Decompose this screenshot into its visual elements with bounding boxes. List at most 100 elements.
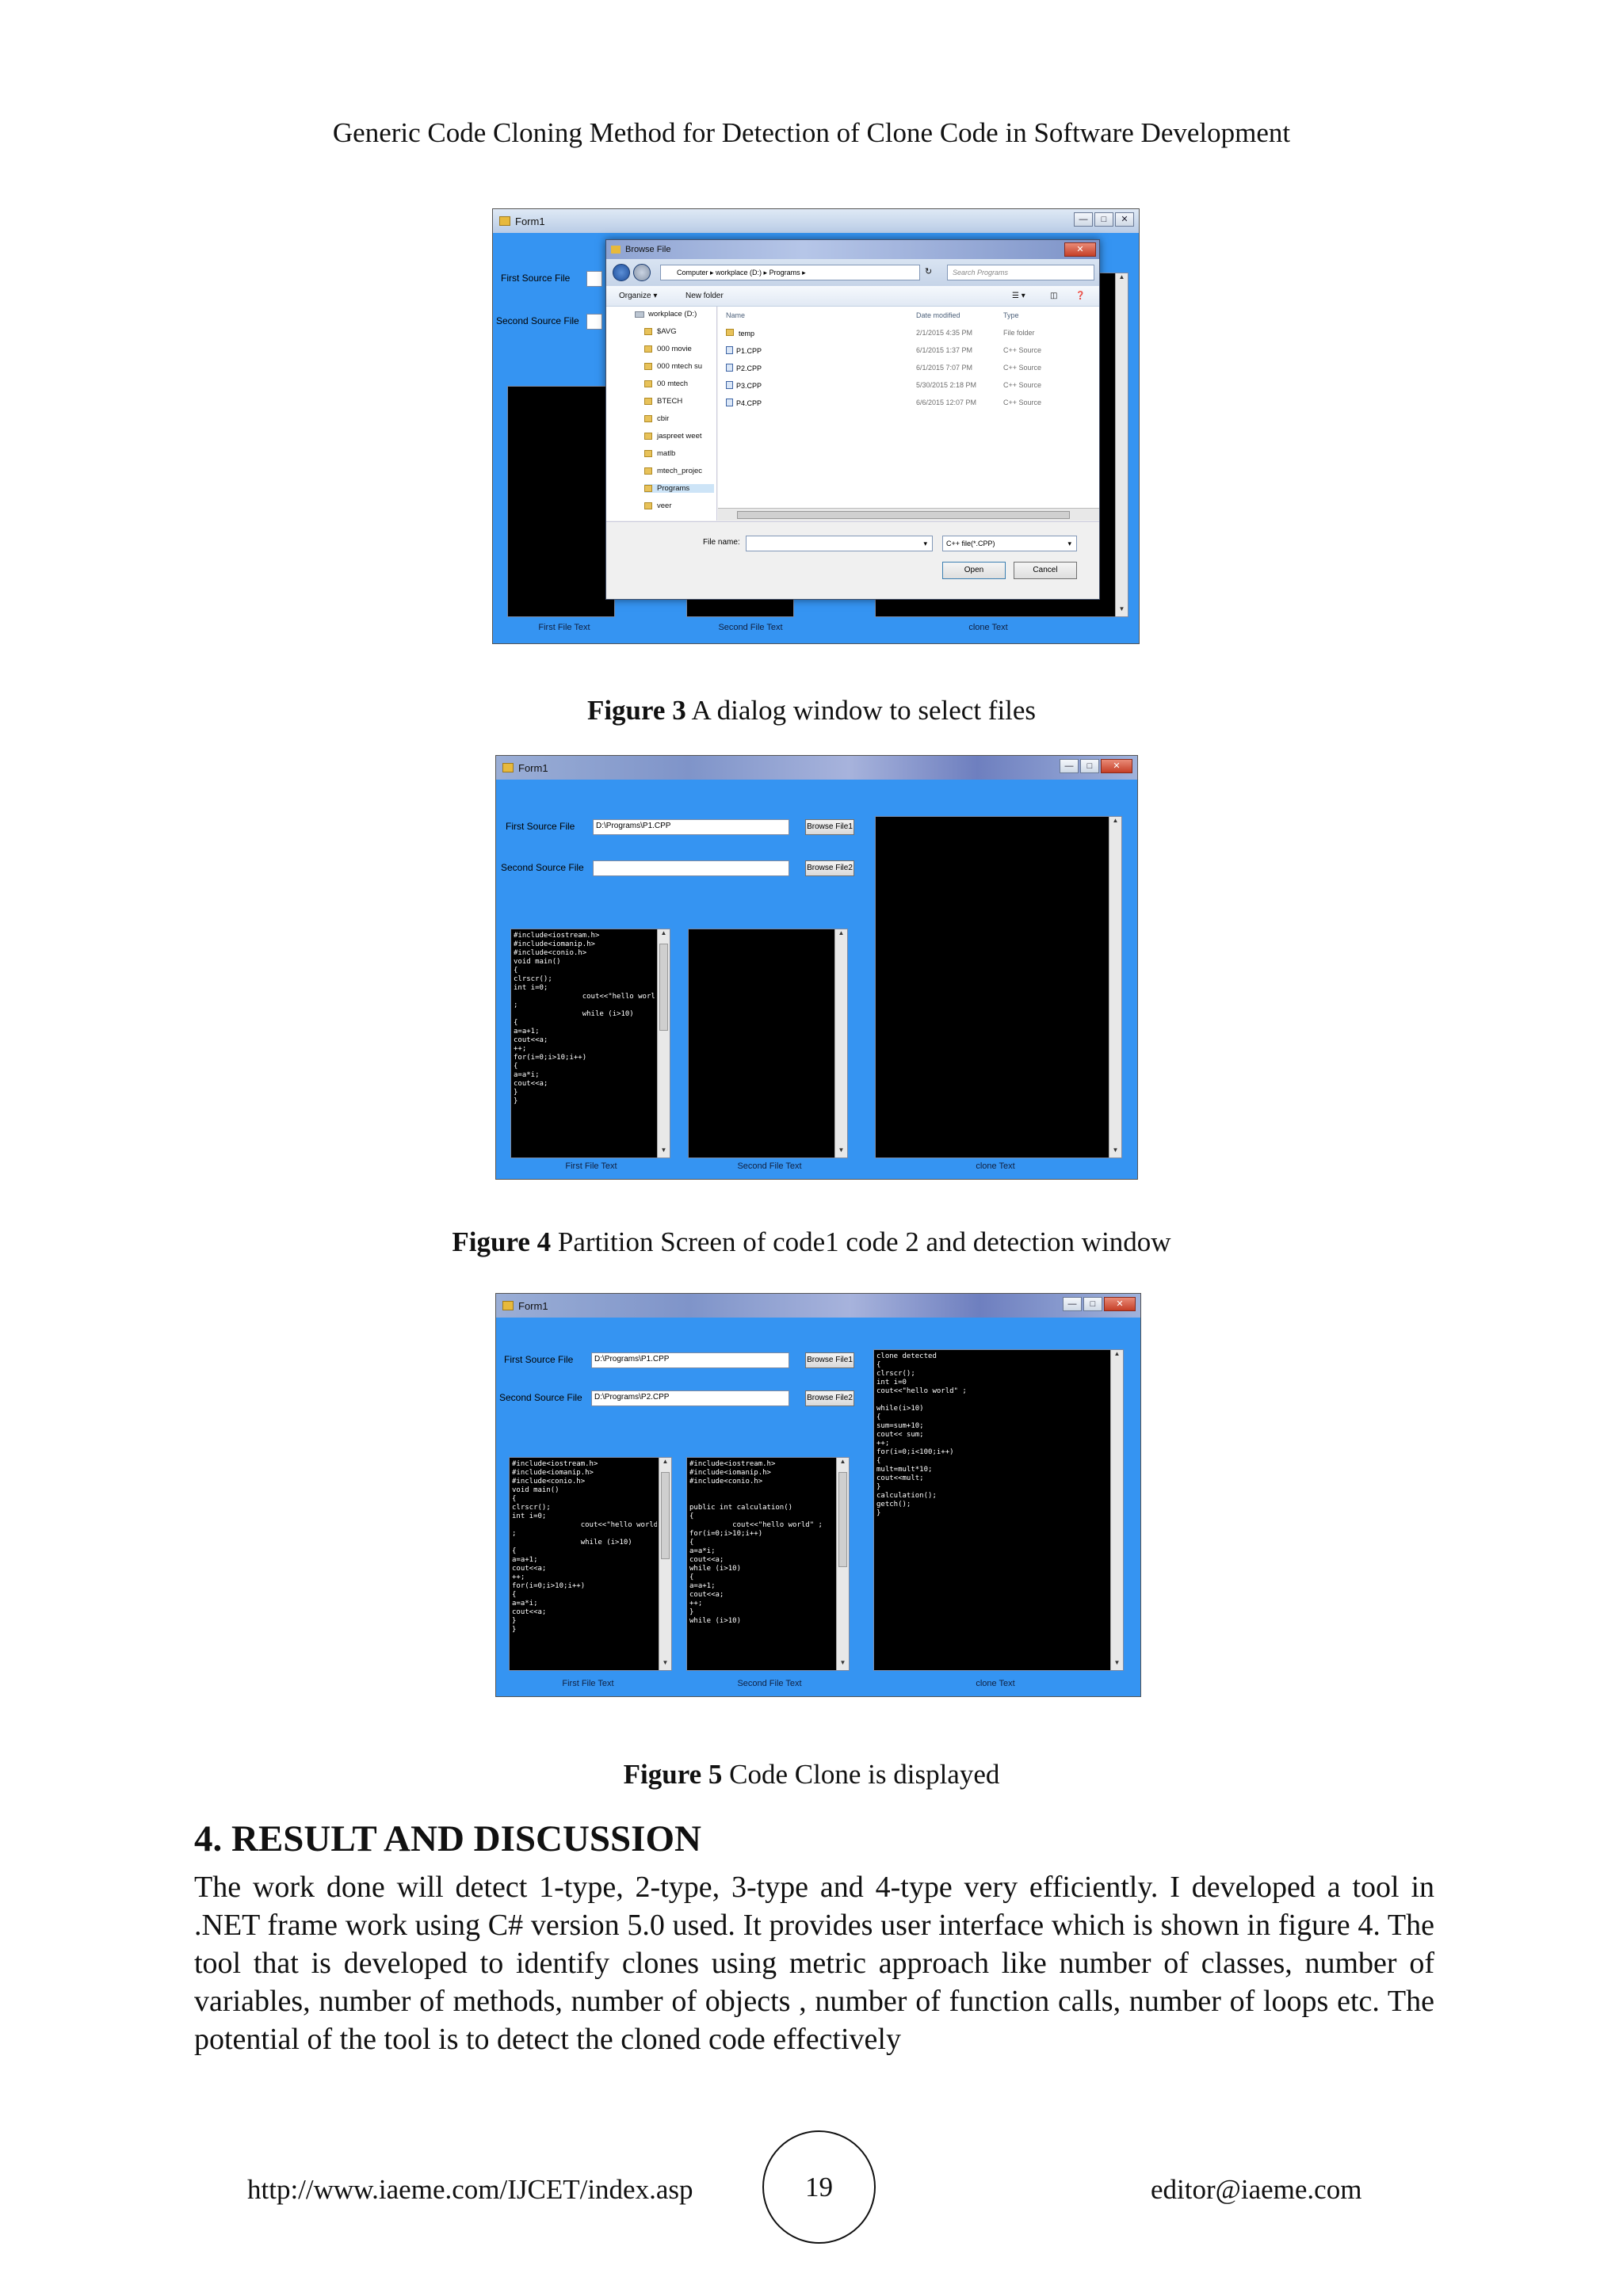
minimize-icon[interactable]: — — [1074, 212, 1093, 227]
tree-item[interactable]: BTECH — [644, 397, 682, 406]
footer-email[interactable]: editor@iaeme.com — [1151, 2174, 1361, 2206]
close-icon[interactable]: ✕ — [1104, 1297, 1136, 1311]
browse-file2-button[interactable]: Browse File2 — [805, 1390, 854, 1406]
column-name[interactable]: Name — [726, 311, 745, 319]
tree-item[interactable]: $AVG — [644, 327, 677, 336]
file-row-date: 6/1/2015 1:37 PM — [916, 346, 973, 354]
first-source-input[interactable] — [586, 271, 602, 287]
figure4-caption: Figure 4 Partition Screen of code1 code … — [452, 1226, 1171, 1257]
file-list-hscrollbar[interactable] — [718, 508, 1099, 521]
first-file-pane[interactable]: #include<iostream.h> #include<iomanip.h>… — [509, 1457, 672, 1671]
maximize-icon[interactable]: □ — [1083, 1297, 1102, 1311]
tree-item[interactable]: cbir — [644, 414, 669, 423]
file-row-name[interactable]: P3.CPP — [726, 381, 762, 390]
second-source-label: Second Source File — [499, 1392, 582, 1403]
open-button[interactable]: Open — [942, 562, 1006, 579]
maximize-icon[interactable]: □ — [1080, 759, 1099, 773]
form-titlebar: Form1 — □ ✕ — [496, 1294, 1140, 1318]
second-file-pane[interactable]: ▲ ▼ — [688, 929, 848, 1158]
folder-icon — [726, 329, 734, 336]
file-row-type: C++ Source — [1003, 346, 1042, 354]
file-row-name[interactable]: P4.CPP — [726, 399, 762, 407]
second-file-pane[interactable]: #include<iostream.h> #include<iomanip.h>… — [686, 1457, 850, 1671]
first-file-pane[interactable]: #include<iostream.h> #include<iomanip.h>… — [510, 929, 670, 1158]
folder-icon — [644, 398, 652, 405]
clone-text-pane[interactable]: clone detected { clrscr(); int i=0 cout<… — [873, 1349, 1124, 1671]
first-pane-scrollbar[interactable]: ▲ ▼ — [657, 929, 670, 1158]
preview-pane-icon[interactable]: ◫ — [1050, 292, 1057, 300]
dialog-close-icon[interactable]: ✕ — [1064, 242, 1096, 257]
clone-pane-scrollbar[interactable]: ▲ ▼ — [1115, 273, 1128, 616]
back-arrow-icon[interactable] — [613, 264, 630, 281]
figure3-screenshot: Form1 — □ ✕ First Source File Second Sou… — [492, 208, 1140, 644]
second-source-input[interactable] — [593, 860, 789, 876]
first-source-input[interactable]: D:\Programs\P1.CPP — [591, 1352, 789, 1368]
tree-item[interactable]: veer — [644, 502, 671, 510]
first-source-input[interactable]: D:\Programs\P1.CPP — [593, 819, 789, 835]
clone-pane-scrollbar[interactable]: ▲ ▼ — [1110, 1350, 1123, 1670]
column-type[interactable]: Type — [1003, 311, 1019, 319]
view-options-icon[interactable]: ☰ ▾ — [1012, 292, 1025, 300]
folder-icon — [644, 502, 652, 509]
tree-item[interactable]: workplace (D:) — [635, 310, 697, 318]
address-bar[interactable]: Computer ▸ workplace (D:) ▸ Programs ▸ — [660, 265, 920, 280]
minimize-icon[interactable]: — — [1063, 1297, 1082, 1311]
forward-arrow-icon[interactable] — [633, 264, 651, 281]
folder-icon — [644, 415, 652, 422]
chevron-down-icon: ▾ — [1067, 540, 1071, 547]
first-source-label: First Source File — [506, 821, 575, 832]
drive-icon — [635, 311, 644, 318]
folder-icon — [644, 433, 652, 440]
tree-item[interactable]: 00 mtech — [644, 379, 688, 388]
second-pane-scrollbar[interactable]: ▲ ▼ — [834, 929, 847, 1158]
close-icon[interactable]: ✕ — [1101, 759, 1132, 773]
tree-item[interactable]: 000 movie — [644, 345, 692, 353]
file-row-name[interactable]: P2.CPP — [726, 364, 762, 372]
first-pane-scrollbar[interactable]: ▲ ▼ — [659, 1458, 671, 1670]
dialog-title: Browse File — [625, 245, 671, 254]
first-file-text-label: First File Text — [565, 1161, 617, 1171]
clone-text-pane[interactable]: ▲ ▼ — [875, 816, 1122, 1158]
file-row-name[interactable]: temp — [726, 329, 754, 338]
tree-item[interactable]: mtech_projec — [644, 467, 702, 475]
help-icon[interactable]: ❓ — [1075, 292, 1085, 300]
form-titlebar: Form1 — □ ✕ — [496, 756, 1137, 780]
second-source-label: Second Source File — [496, 315, 579, 326]
folder-tree: workplace (D:) $AVG 000 movie 000 mtech … — [606, 307, 717, 521]
dialog-toolbar: Organize ▾ New folder ☰ ▾ ◫ ❓ — [606, 286, 1099, 307]
cpp-file-icon — [726, 381, 733, 389]
footer-url[interactable]: http://www.iaeme.com/IJCET/index.asp — [247, 2174, 693, 2206]
second-source-input[interactable] — [586, 314, 602, 330]
new-folder-button[interactable]: New folder — [685, 292, 724, 300]
file-name-input[interactable]: ▾ — [746, 536, 933, 551]
maximize-icon[interactable]: □ — [1094, 212, 1113, 227]
file-row-name[interactable]: P1.CPP — [726, 346, 762, 355]
first-file-pane[interactable] — [507, 386, 615, 617]
file-row-date: 6/1/2015 7:07 PM — [916, 364, 973, 372]
dialog-bottom-bar: File name: ▾ C++ file(*.CPP) ▾ Open Cance… — [606, 521, 1099, 599]
clone-text-label: clone Text — [976, 1679, 1015, 1688]
browse-file2-button[interactable]: Browse File2 — [805, 860, 854, 876]
minimize-icon[interactable]: — — [1060, 759, 1079, 773]
file-filter-select[interactable]: C++ file(*.CPP) ▾ — [942, 536, 1077, 551]
tree-item[interactable]: matlb — [644, 449, 675, 458]
browse-file1-button[interactable]: Browse File1 — [805, 819, 854, 835]
file-row-date: 6/6/2015 12:07 PM — [916, 399, 977, 406]
second-source-input[interactable]: D:\Programs\P2.CPP — [591, 1390, 789, 1406]
tree-item[interactable]: 000 mtech su — [644, 362, 702, 371]
tree-item-selected[interactable]: Programs — [644, 484, 714, 493]
clone-pane-scrollbar[interactable]: ▲ ▼ — [1109, 817, 1121, 1158]
cancel-button[interactable]: Cancel — [1014, 562, 1077, 579]
refresh-icon[interactable]: ↻ — [925, 266, 932, 277]
close-icon[interactable]: ✕ — [1115, 212, 1134, 227]
browse-file1-button[interactable]: Browse File1 — [805, 1352, 854, 1368]
figure4-screenshot: Form1 — □ ✕ First Source File D:\Program… — [495, 755, 1138, 1180]
column-date[interactable]: Date modified — [916, 311, 960, 319]
first-source-label: First Source File — [504, 1354, 574, 1365]
organize-button[interactable]: Organize ▾ — [619, 292, 657, 300]
section-title: 4. RESULT AND DISCUSSION — [194, 1818, 701, 1859]
search-input[interactable]: Search Programs — [947, 265, 1094, 280]
folder-icon — [644, 363, 652, 370]
tree-item[interactable]: jaspreet weet — [644, 432, 702, 441]
second-pane-scrollbar[interactable]: ▲ ▼ — [836, 1458, 849, 1670]
